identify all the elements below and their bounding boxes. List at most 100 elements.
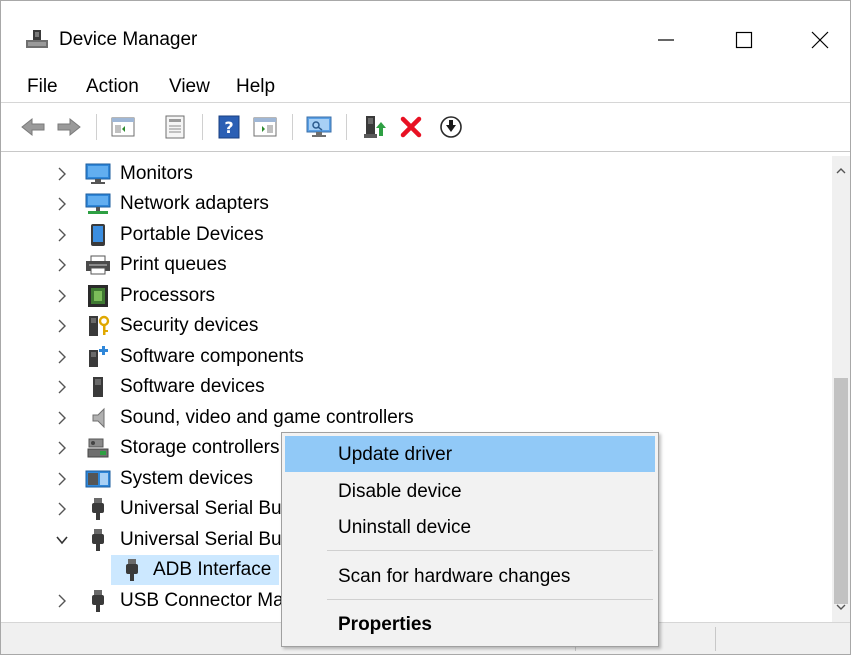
scroll-down-button[interactable] [832,598,850,616]
tree-item-label: Software devices [120,376,265,397]
device-manager-window: Device Manager File Action View Help ? M… [0,0,851,655]
tree-item-label: USB Connector Ma [120,590,284,611]
chevron-up-icon [836,168,846,174]
printer-icon [86,255,110,275]
forward-button[interactable] [55,113,83,141]
menu-help[interactable]: Help [236,76,275,98]
forward-icon [57,117,81,137]
back-icon [21,117,45,137]
svg-text:?: ? [224,118,233,137]
context-menu-separator [327,550,653,551]
tree-item-label: Monitors [120,163,193,184]
chevron-right-icon[interactable] [55,287,69,305]
show-action-pane-icon [253,117,277,137]
chevron-right-icon[interactable] [55,195,69,213]
context-menu-label: Scan for hardware changes [338,566,571,587]
tree-item-security-devices[interactable]: Security devices [11,311,832,341]
chevron-right-icon[interactable] [55,165,69,183]
disable-icon [440,116,462,138]
software-component-icon [89,346,108,367]
context-menu-update-driver[interactable]: Update driver [285,436,655,472]
help-icon: ? [218,115,240,139]
vertical-scrollbar[interactable] [832,156,850,622]
menu-bar: File Action View Help [1,67,850,103]
properties-button[interactable] [161,113,189,141]
context-menu-disable-device[interactable]: Disable device [285,473,655,509]
context-menu-label: Uninstall device [338,517,472,538]
storage-controller-icon [87,438,109,458]
tree-item-label: ADB Interface [153,559,272,580]
chevron-right-icon[interactable] [55,226,69,244]
show-action-pane-button[interactable] [251,113,279,141]
tree-item-monitors[interactable]: Monitors [11,159,832,189]
processor-icon [88,285,108,307]
tree-item-label: Portable Devices [120,224,264,245]
chevron-right-icon[interactable] [55,256,69,274]
chevron-right-icon[interactable] [55,500,69,518]
scrollbar-thumb[interactable] [834,378,848,604]
tree-item-portable-devices[interactable]: Portable Devices [11,220,832,250]
tree-item-label: Security devices [120,315,259,336]
minimize-button[interactable] [631,15,701,65]
update-driver-button[interactable] [361,113,389,141]
chevron-right-icon[interactable] [55,470,69,488]
show-hide-console-tree-button[interactable] [109,113,137,141]
uninstall-button[interactable] [397,113,425,141]
chevron-right-icon[interactable] [55,592,69,610]
scan-hardware-button[interactable] [305,113,333,141]
tree-item-label: Universal Serial Bu [120,529,282,550]
close-button[interactable] [785,15,851,65]
disable-button[interactable] [437,113,465,141]
monitor-icon [85,163,111,184]
maximize-button[interactable] [709,15,779,65]
context-menu-properties[interactable]: Properties [285,606,655,642]
toolbar-separator [292,114,293,140]
menu-action[interactable]: Action [86,76,139,98]
toolbar: ? [1,104,850,152]
device-manager-icon [26,30,48,48]
tree-item-label: Processors [120,285,216,306]
chevron-down-icon[interactable] [55,531,69,549]
context-menu: Update driver Disable device Uninstall d… [281,432,659,647]
context-menu-label: Update driver [338,444,453,465]
scan-hardware-icon [306,116,332,137]
properties-icon [165,115,185,139]
context-menu-uninstall-device[interactable]: Uninstall device [285,509,655,545]
chevron-right-icon[interactable] [55,317,69,335]
minimize-icon [658,39,674,41]
context-menu-separator [327,599,653,600]
speaker-icon [92,407,105,429]
tree-item-sound-video-game-controllers[interactable]: Sound, video and game controllers [11,403,832,433]
chevron-right-icon[interactable] [55,439,69,457]
tree-item-network-adapters[interactable]: Network adapters [11,189,832,219]
tree-item-software-devices[interactable]: Software devices [11,372,832,402]
maximize-icon [735,31,753,49]
chevron-right-icon[interactable] [55,409,69,427]
tree-item-label: System devices [120,468,254,489]
update-driver-icon [364,116,386,138]
system-device-icon [85,470,111,488]
tree-item-software-components[interactable]: Software components [11,342,832,372]
tree-item-processors[interactable]: Processors [11,281,832,311]
usb-icon [92,498,104,520]
menu-file[interactable]: File [27,76,58,98]
usb-icon [126,559,138,581]
menu-view[interactable]: View [169,76,210,98]
chevron-right-icon[interactable] [55,378,69,396]
status-divider [715,627,716,651]
security-device-icon [89,315,110,336]
usb-icon [92,529,104,551]
chevron-right-icon[interactable] [55,348,69,366]
back-button[interactable] [19,113,47,141]
title-bar: Device Manager [1,1,850,67]
help-button[interactable]: ? [215,113,243,141]
context-menu-label: Properties [338,614,432,635]
software-device-icon [93,377,103,397]
uninstall-icon [400,116,422,138]
scroll-up-button[interactable] [832,162,850,180]
context-menu-label: Disable device [338,481,462,502]
portable-device-icon [91,224,105,246]
toolbar-separator [202,114,203,140]
context-menu-scan-hardware-changes[interactable]: Scan for hardware changes [285,558,655,594]
tree-item-print-queues[interactable]: Print queues [11,250,832,280]
